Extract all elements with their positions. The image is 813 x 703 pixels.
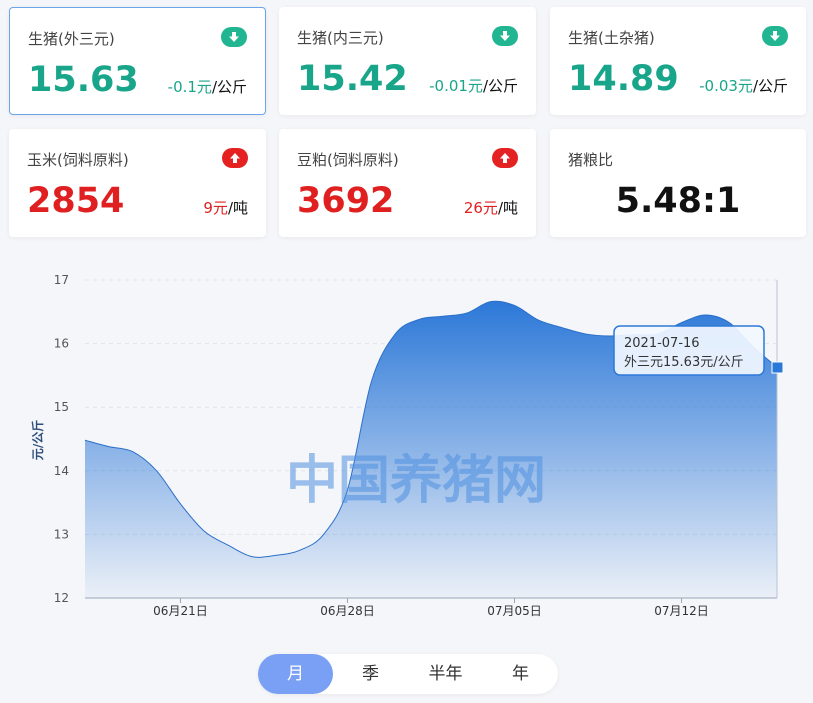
price-chart[interactable]: 中国养猪网 元/公斤 12 13 14 15 16 17 06月21日 06月28日 07月05… (0, 258, 813, 638)
card-pig-waisanyuan[interactable]: 生猪(外三元) 15.63 -0.1元/公斤 (9, 7, 266, 115)
price-change: -0.01元/公斤 (429, 77, 518, 95)
card-soybean-meal[interactable]: 豆粕(饲料原料) 3692 26元/吨 (279, 129, 536, 237)
up-arrow-icon (222, 148, 248, 168)
card-label: 生猪(土杂猪) (568, 29, 655, 47)
price-value: 14.89 (568, 59, 679, 99)
tab-half-year[interactable]: 半年 (408, 654, 483, 694)
y-tick-label: 13 (54, 527, 69, 541)
y-tick-label: 15 (54, 400, 69, 414)
card-label: 猪粮比 (568, 151, 614, 169)
price-value: 3692 (297, 181, 395, 221)
card-label: 生猪(外三元) (28, 30, 115, 48)
watermark: 中国养猪网 (286, 451, 546, 511)
y-tick-label: 12 (54, 591, 69, 605)
period-tabs: 月 季 半年 年 (258, 654, 558, 694)
card-pig-grain-ratio[interactable]: 猪粮比 5.48:1 (550, 129, 806, 237)
price-change: 26元/吨 (463, 199, 518, 217)
y-tick-label: 17 (54, 273, 69, 287)
ratio-value: 5.48:1 (615, 181, 741, 221)
price-value: 15.42 (297, 59, 408, 99)
y-axis-label: 元/公斤 (30, 420, 45, 460)
tab-month[interactable]: 月 (258, 654, 333, 694)
x-tick-label: 06月28日 (320, 604, 375, 618)
price-change: -0.03元/公斤 (699, 77, 788, 95)
card-pig-neisanyuan[interactable]: 生猪(内三元) 15.42 -0.01元/公斤 (279, 7, 536, 115)
x-tick-label: 07月05日 (487, 604, 542, 618)
down-arrow-icon (492, 26, 518, 46)
down-arrow-icon (221, 27, 247, 47)
price-value: 2854 (27, 181, 125, 221)
card-pig-tuzazhu[interactable]: 生猪(土杂猪) 14.89 -0.03元/公斤 (550, 7, 806, 115)
cursor-marker (771, 361, 784, 374)
x-tick-label: 07月12日 (654, 604, 709, 618)
card-label: 生猪(内三元) (297, 29, 384, 47)
tab-quarter[interactable]: 季 (333, 654, 408, 694)
x-tick-label: 06月21日 (153, 604, 208, 618)
tooltip-value: 外三元15.63元/公斤 (624, 355, 744, 370)
y-tick-label: 16 (54, 337, 69, 351)
card-label: 玉米(饲料原料) (27, 151, 129, 169)
tooltip-date: 2021-07-16 (624, 336, 700, 351)
tab-year[interactable]: 年 (483, 654, 558, 694)
price-value: 15.63 (28, 60, 139, 100)
up-arrow-icon (492, 148, 518, 168)
y-tick-label: 14 (54, 464, 69, 478)
card-label: 豆粕(饲料原料) (297, 151, 399, 169)
tooltip: 2021-07-16 外三元15.63元/公斤 (613, 325, 765, 376)
price-change: 9元/吨 (203, 199, 248, 217)
down-arrow-icon (762, 26, 788, 46)
price-change: -0.1元/公斤 (167, 78, 247, 96)
card-corn[interactable]: 玉米(饲料原料) 2854 9元/吨 (9, 129, 266, 237)
